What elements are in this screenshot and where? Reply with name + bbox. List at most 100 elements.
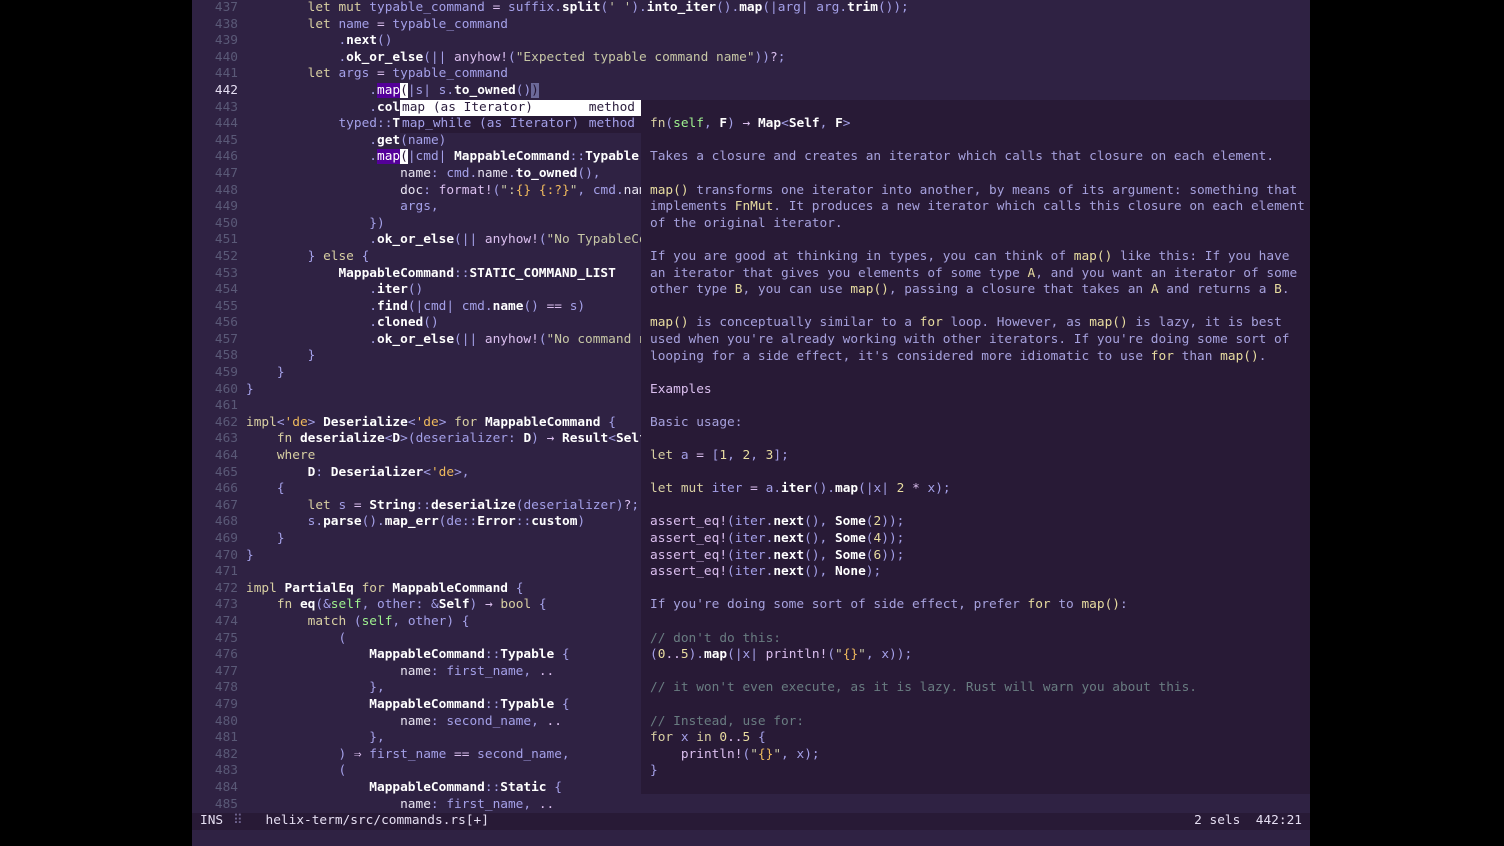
line-number: 454 xyxy=(192,282,238,299)
code-text: .next() xyxy=(246,33,392,50)
code-text: .map(|cmd| MappableCommand::Typable { xyxy=(246,149,654,166)
code-text: } else { xyxy=(246,249,369,266)
line-number: 462 xyxy=(192,415,238,432)
status-bar: INS ⠿ helix-term/src/commands.rs[+] 2 se… xyxy=(192,813,1310,830)
doc-line: implements FnMut. It produces a new iter… xyxy=(650,199,1310,216)
doc-line xyxy=(650,465,1310,482)
line-number: 466 xyxy=(192,481,238,498)
code-text: let args = typable_command xyxy=(246,66,508,83)
code-line[interactable]: 437 let mut typable_command = suffix.spl… xyxy=(192,0,1310,17)
code-text: } xyxy=(246,531,285,548)
code-text: let mut typable_command = suffix.split('… xyxy=(246,0,909,17)
code-text: }) xyxy=(246,216,385,233)
code-line[interactable]: 442 .map(|s| s.to_owned()) xyxy=(192,83,1310,100)
code-text: match (self, other) { xyxy=(246,614,470,631)
helix-editor-terminal: 437 let mut typable_command = suffix.spl… xyxy=(192,0,1310,846)
mode-indicator: INS xyxy=(200,813,223,830)
doc-line xyxy=(650,398,1310,415)
doc-line: for x in 0..5 { xyxy=(650,730,1310,747)
doc-line xyxy=(650,166,1310,183)
completion-label: map (as Iterator) xyxy=(402,100,589,117)
code-text: name: first_name, .. xyxy=(246,664,554,681)
code-text: }, xyxy=(246,680,385,697)
line-number: 479 xyxy=(192,697,238,714)
line-number: 449 xyxy=(192,199,238,216)
file-name: helix-term/src/commands.rs[+] xyxy=(266,813,489,830)
doc-line: } xyxy=(650,763,1310,780)
code-text: ( xyxy=(246,763,346,780)
completion-label: map_while (as Iterator) xyxy=(402,116,589,133)
completion-menu[interactable]: map (as Iterator)methodmap_while (as Ite… xyxy=(400,100,641,133)
code-text: .ok_or_else(|| anyhow!("Expected typable… xyxy=(246,50,785,67)
line-number: 444 xyxy=(192,116,238,133)
code-text: .map(|s| s.to_owned()) xyxy=(246,83,539,100)
completion-item[interactable]: map (as Iterator)method xyxy=(400,100,641,117)
cursor-position: 442:21 xyxy=(1256,813,1302,828)
doc-line: let a = [1, 2, 3]; xyxy=(650,448,1310,465)
doc-line: If you are good at thinking in types, yo… xyxy=(650,249,1310,266)
doc-line: assert_eq!(iter.next(), Some(6)); xyxy=(650,548,1310,565)
line-number: 483 xyxy=(192,763,238,780)
doc-line: looping for a side effect, it's consider… xyxy=(650,349,1310,366)
doc-line: // Instead, use for: xyxy=(650,714,1310,731)
completion-kind: method xyxy=(589,100,635,117)
code-text: fn eq(&self, other: &Self) → bool { xyxy=(246,597,547,614)
code-text: let name = typable_command xyxy=(246,17,508,34)
code-line[interactable]: 438 let name = typable_command xyxy=(192,17,1310,34)
line-number: 460 xyxy=(192,382,238,399)
doc-line xyxy=(650,365,1310,382)
line-number: 473 xyxy=(192,597,238,614)
line-number: 477 xyxy=(192,664,238,681)
selection-count: 2 sels xyxy=(1194,813,1240,828)
completion-doc-panel[interactable]: fn(self, F) → Map<Self, F>Takes a closur… xyxy=(641,100,1310,794)
doc-line: println!("{}", x); xyxy=(650,747,1310,764)
line-number: 470 xyxy=(192,548,238,565)
line-number: 480 xyxy=(192,714,238,731)
line-number: 439 xyxy=(192,33,238,50)
status-right: 2 sels 442:21 xyxy=(1194,813,1302,830)
code-text: name: cmd.name.to_owned(), xyxy=(246,166,601,183)
line-number: 440 xyxy=(192,50,238,67)
doc-line: assert_eq!(iter.next(), Some(2)); xyxy=(650,514,1310,531)
code-line[interactable]: 441 let args = typable_command xyxy=(192,66,1310,83)
line-number: 448 xyxy=(192,183,238,200)
line-number: 438 xyxy=(192,17,238,34)
doc-line: assert_eq!(iter.next(), Some(4)); xyxy=(650,531,1310,548)
code-line[interactable]: 485 name: first_name, .. xyxy=(192,797,1310,814)
code-text: .cloned() xyxy=(246,315,439,332)
line-number: 446 xyxy=(192,149,238,166)
doc-line: map() is conceptually similar to a for l… xyxy=(650,315,1310,332)
doc-line: used when you're already working with ot… xyxy=(650,332,1310,349)
line-number: 464 xyxy=(192,448,238,465)
completion-item[interactable]: map_while (as Iterator)method xyxy=(400,116,641,133)
code-line[interactable]: 440 .ok_or_else(|| anyhow!("Expected typ… xyxy=(192,50,1310,67)
code-text: let s = String::deserialize(deserializer… xyxy=(246,498,639,515)
doc-line xyxy=(650,232,1310,249)
line-number: 484 xyxy=(192,780,238,797)
code-text: .get(name) xyxy=(246,133,446,150)
line-number: 482 xyxy=(192,747,238,764)
code-text: impl<'de> Deserialize<'de> for MappableC… xyxy=(246,415,616,432)
doc-line: Takes a closure and creates an iterator … xyxy=(650,149,1310,166)
code-text: name: second_name, .. xyxy=(246,714,562,731)
line-number: 485 xyxy=(192,797,238,814)
code-text: D: Deserializer<'de>, xyxy=(246,465,470,482)
line-number: 472 xyxy=(192,581,238,598)
doc-line xyxy=(650,133,1310,150)
line-number: 467 xyxy=(192,498,238,515)
line-number: 445 xyxy=(192,133,238,150)
code-text: .find(|cmd| cmd.name() == s) xyxy=(246,299,585,316)
line-number: 463 xyxy=(192,431,238,448)
line-number: 437 xyxy=(192,0,238,17)
line-number: 481 xyxy=(192,730,238,747)
code-text: } xyxy=(246,548,254,565)
doc-line: let mut iter = a.iter().map(|x| 2 * x); xyxy=(650,481,1310,498)
code-text: ( xyxy=(246,631,346,648)
doc-line xyxy=(650,431,1310,448)
line-number: 461 xyxy=(192,398,238,415)
code-line[interactable]: 439 .next() xyxy=(192,33,1310,50)
doc-panel-content: fn(self, F) → Map<Self, F>Takes a closur… xyxy=(641,100,1310,780)
doc-line: of the original iterator. xyxy=(650,216,1310,233)
line-number: 474 xyxy=(192,614,238,631)
line-number: 458 xyxy=(192,348,238,365)
